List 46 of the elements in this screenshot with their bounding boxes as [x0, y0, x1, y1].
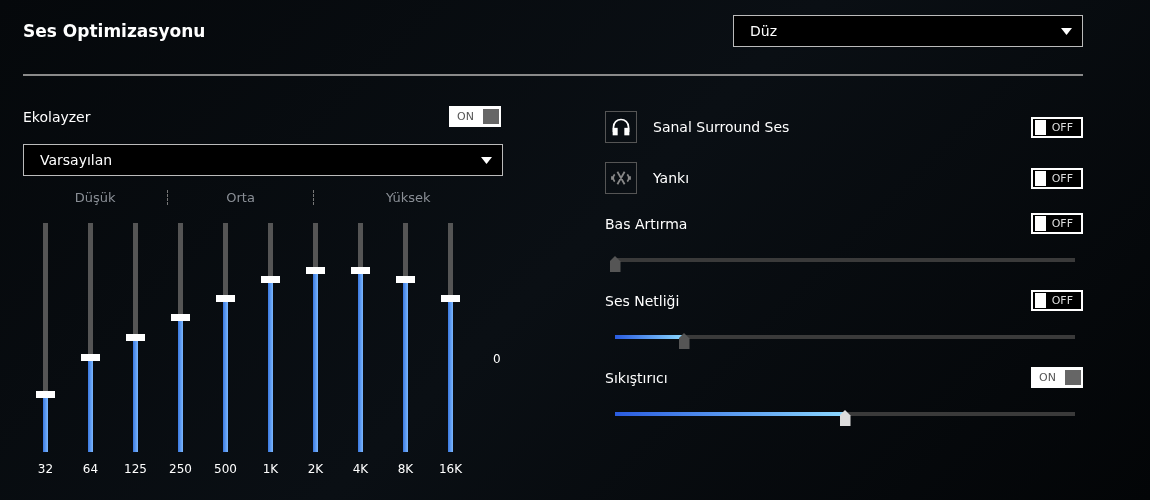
slider-thumb[interactable]	[396, 276, 415, 284]
slider-thumb[interactable]	[441, 294, 460, 302]
frequency-label: 1K	[262, 462, 279, 476]
effect-label: Ses Netliği	[605, 292, 680, 309]
headphones-icon	[611, 117, 631, 137]
effect-label: Sıkıştırıcı	[605, 369, 668, 386]
effect-label: Bas Artırma	[605, 215, 688, 232]
slider-thumb[interactable]	[126, 333, 145, 341]
frequency-label: 16K	[438, 462, 463, 476]
band-group-label: Düşük	[23, 190, 169, 205]
slider-thumb[interactable]	[81, 354, 100, 362]
frequency-label: 250	[169, 462, 192, 476]
slider-thumb[interactable]	[261, 276, 280, 284]
slider-thumb[interactable]	[609, 256, 621, 272]
toggle-switch[interactable]: OFF	[1031, 116, 1083, 138]
slider-thumb[interactable]	[839, 410, 851, 426]
slider-thumb[interactable]	[351, 267, 370, 275]
page-title: Ses Optimizasyonu	[23, 21, 206, 41]
toggle-switch[interactable]: OFF	[1031, 213, 1083, 234]
caret-icon	[1061, 27, 1072, 35]
frequency-label: 2K	[307, 462, 324, 476]
toggle-switch[interactable]: ON	[1031, 367, 1083, 388]
sound-waves-icon	[610, 169, 632, 187]
frequency-label: 125	[124, 462, 147, 476]
slider-thumb[interactable]	[306, 267, 325, 275]
zero-label: 0	[493, 352, 501, 366]
frequency-label: 8K	[397, 462, 414, 476]
frequency-label: 64	[82, 462, 99, 476]
frequency-label: 500	[214, 462, 237, 476]
slider-thumb[interactable]	[36, 390, 55, 398]
toggle-switch[interactable]: OFF	[1031, 290, 1083, 311]
equalizer-preset-dropdown[interactable]: Varsayılan	[23, 144, 503, 176]
caret-icon	[481, 156, 492, 164]
band-group-label: Orta	[168, 190, 314, 205]
slider-thumb[interactable]	[216, 294, 235, 302]
toggle-switch[interactable]: OFF	[1031, 167, 1083, 189]
preset-dropdown[interactable]: Düz	[733, 15, 1083, 47]
slider-thumb[interactable]	[171, 314, 190, 322]
band-group-label: Yüksek	[385, 190, 432, 205]
effect-label: Yankı	[653, 170, 690, 186]
frequency-label: 4K	[352, 462, 369, 476]
slider-thumb[interactable]	[678, 333, 690, 349]
frequency-label: 32	[37, 462, 54, 476]
equalizer-label: Ekolayzer	[23, 108, 91, 125]
toggle-switch[interactable]: ON	[449, 106, 501, 127]
effect-label: Sanal Surround Ses	[653, 119, 790, 135]
